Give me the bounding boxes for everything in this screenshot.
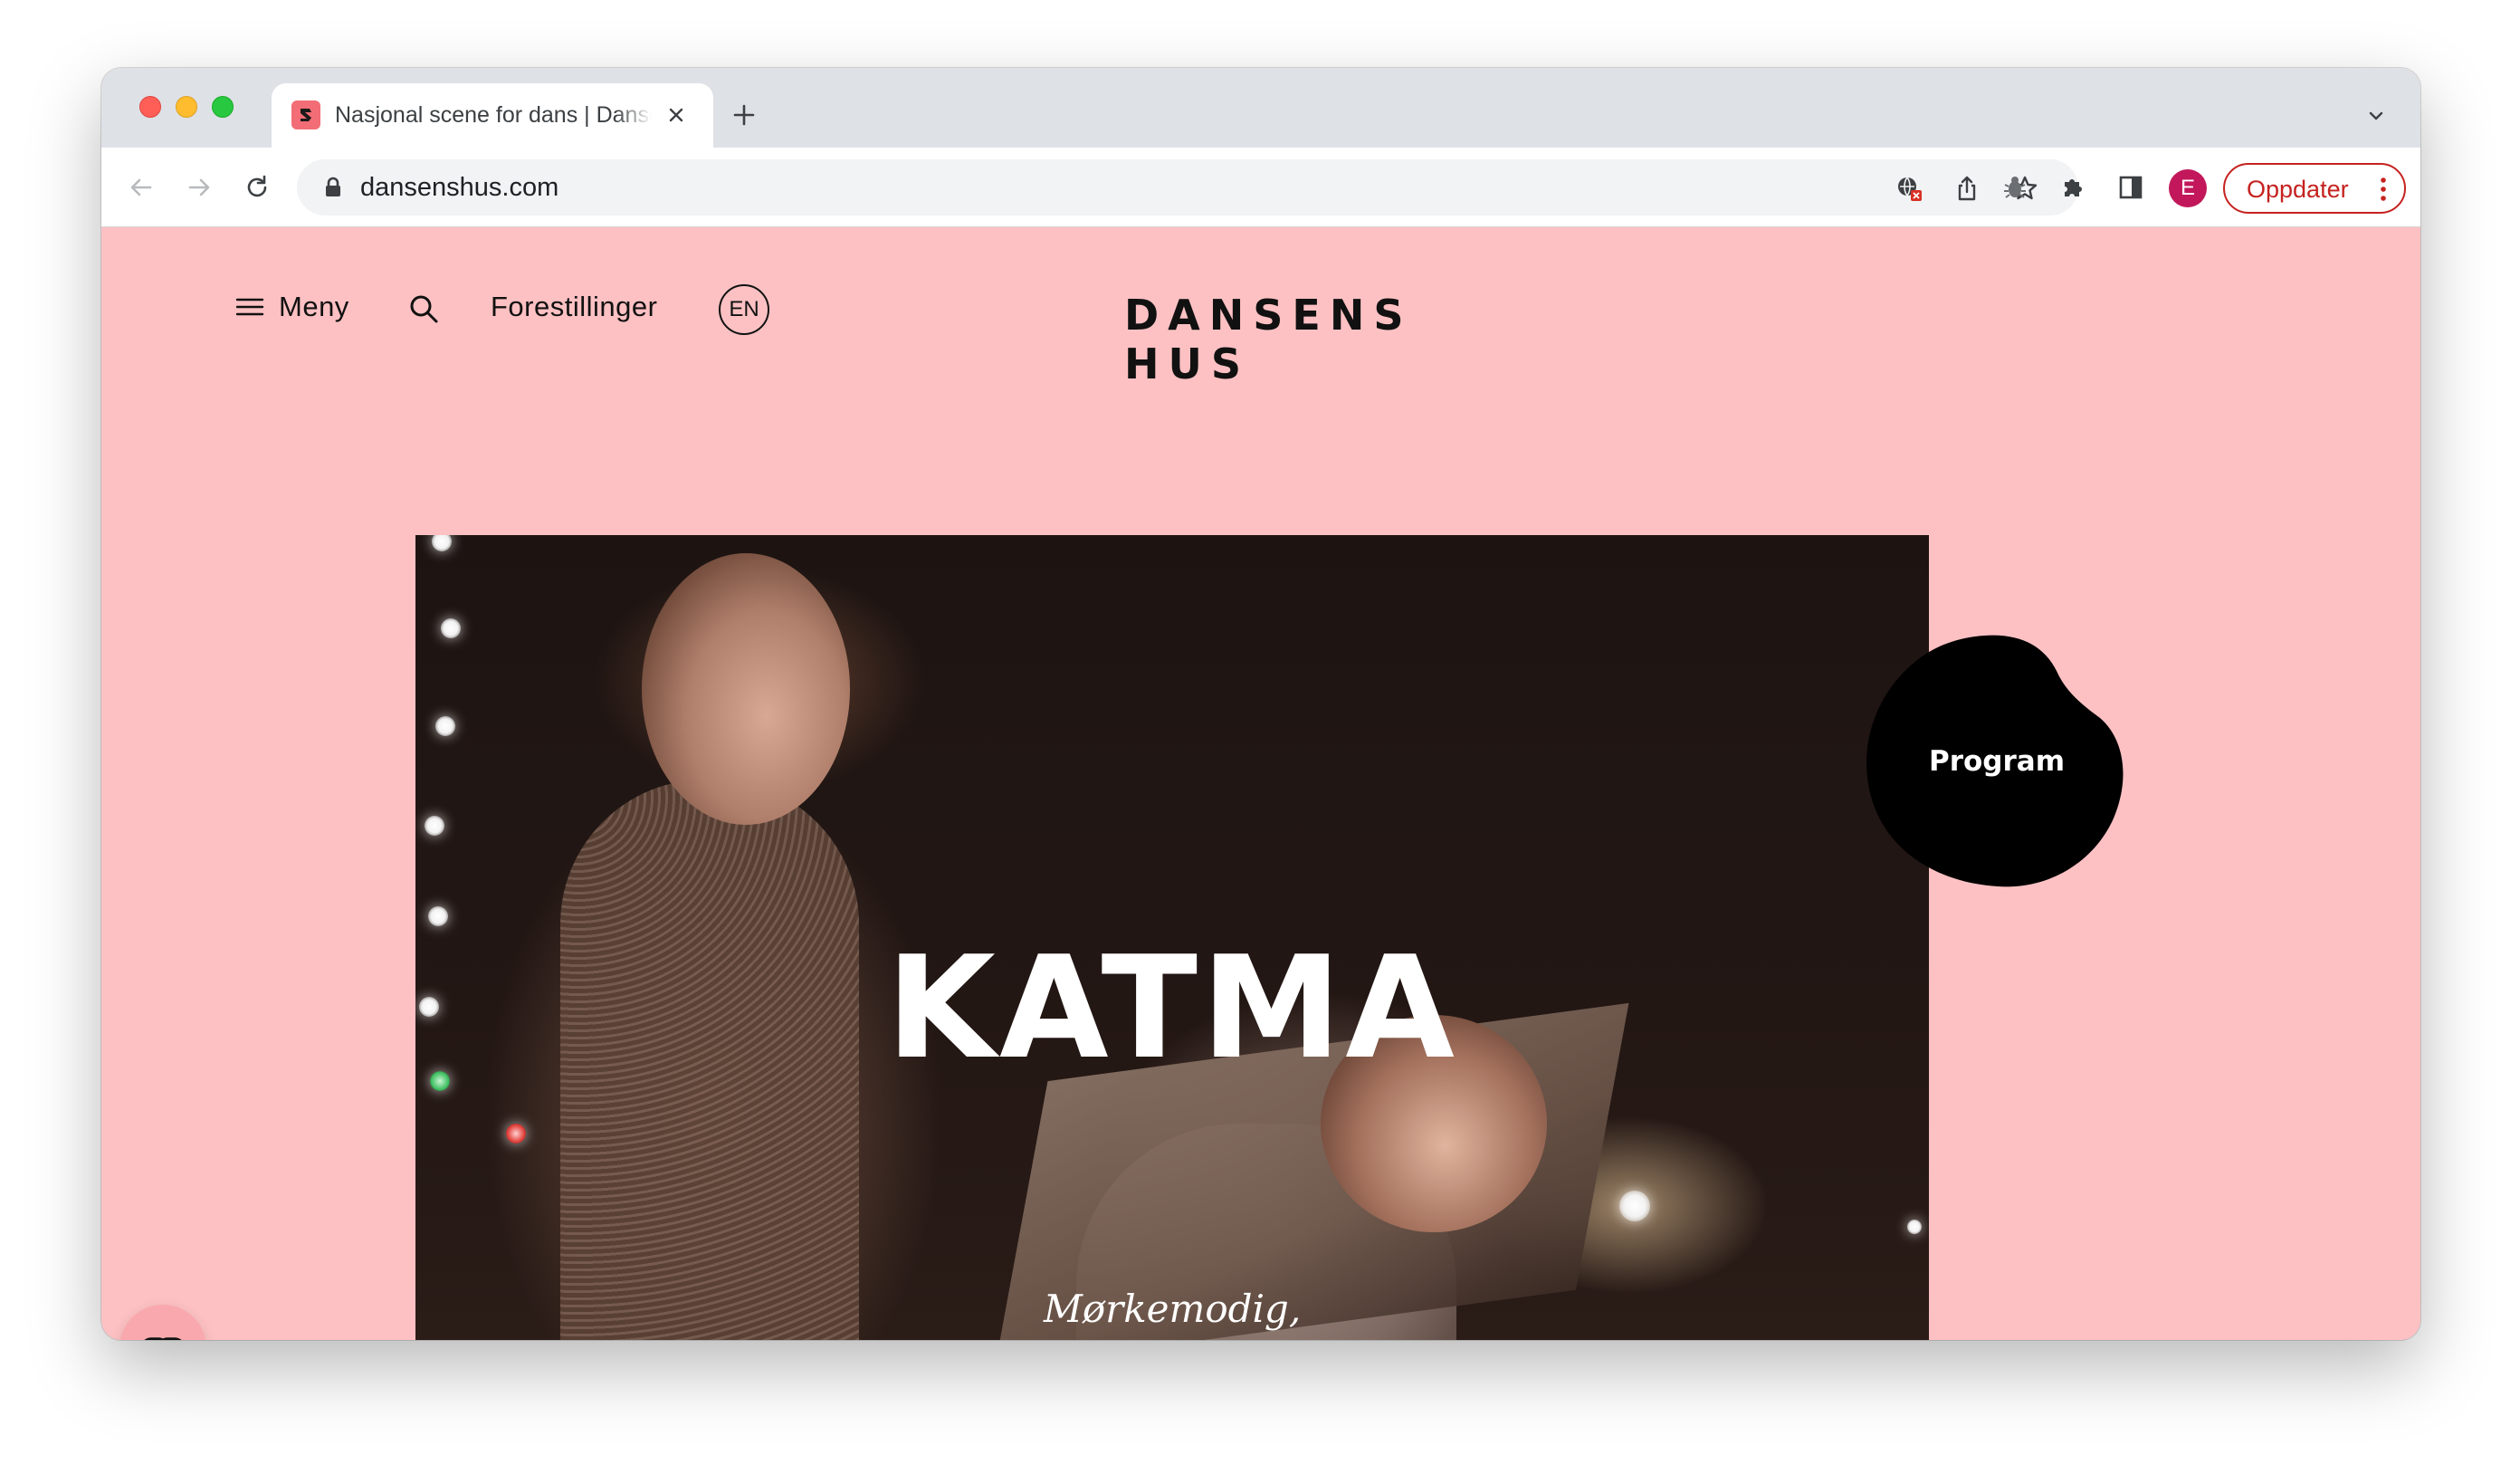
forward-arrow-icon[interactable] [179,168,219,207]
tab-title: Nasjonal scene for dans | Dansens Hus [335,100,652,129]
share-icon[interactable] [1950,171,1984,206]
new-tab-plus-icon[interactable] [728,99,760,131]
logo-line-1: DANSENS [1124,291,1413,340]
hero-video[interactable]: KATMA Mørkemodig, [415,535,1929,1340]
string-light-dot [506,1124,526,1144]
profile-avatar[interactable]: E [2169,169,2207,207]
browser-toolbar: dansenshus.com E Oppdater [101,148,2420,227]
reload-icon[interactable] [237,168,277,207]
string-light-dot [428,906,448,926]
update-button[interactable]: Oppdater [2223,163,2406,214]
program-button[interactable]: Program [1866,635,2127,888]
menu-label: Meny [279,291,349,322]
lock-icon[interactable] [320,175,346,200]
extensions-puzzle-icon[interactable] [2055,169,2091,206]
site-menu-button[interactable]: Meny [235,289,349,325]
chat-widget-button[interactable] [119,1305,206,1340]
program-label: Program [1928,745,2065,778]
performances-link[interactable]: Forestillinger [491,289,657,325]
bug-extension-icon[interactable] [1997,169,2033,206]
hero-caption: Mørkemodig, [1043,1287,1302,1331]
hamburger-menu-icon [235,298,264,316]
string-light-dot [425,816,444,836]
back-arrow-icon[interactable] [121,168,161,207]
language-switch-button[interactable]: EN [719,284,769,335]
hero-figure-left-head [642,553,850,825]
url-text[interactable]: dansenshus.com [360,173,558,202]
site-favicon-icon [291,100,320,129]
close-window-button[interactable] [139,96,161,118]
logo-line-2: HUS [1124,340,1250,388]
side-panel-icon[interactable] [2113,169,2149,206]
chat-link-icon [144,1337,182,1340]
update-label: Oppdater [2247,176,2349,203]
dansens-hus-logo[interactable]: DANSENS HUS [1124,291,1414,390]
active-tab[interactable]: Nasjonal scene for dans | Dansens Hus [272,83,713,148]
string-light-dot [441,618,461,638]
minimize-window-button[interactable] [176,96,197,118]
address-bar[interactable]: dansenshus.com [297,159,2078,215]
string-light-dot [432,535,452,551]
maximize-window-button[interactable] [212,96,234,118]
tab-search-chevron-down-icon[interactable] [2362,102,2390,129]
more-vertical-icon [2381,177,2386,201]
tab-strip: Nasjonal scene for dans | Dansens Hus [101,68,2420,148]
site-search-icon[interactable] [407,292,440,325]
string-light-dot [435,716,455,736]
browser-window: Nasjonal scene for dans | Dansens Hus [101,68,2420,1340]
string-light-dot [1907,1220,1922,1234]
tab-close-icon[interactable] [663,101,690,129]
string-light-dot [1619,1191,1650,1221]
translate-blocked-icon[interactable] [1892,171,1926,206]
page-content: Meny Forestillinger EN DANSENS HUS KATMA… [101,227,2420,1340]
hero-title: KATMA [886,925,1458,1090]
